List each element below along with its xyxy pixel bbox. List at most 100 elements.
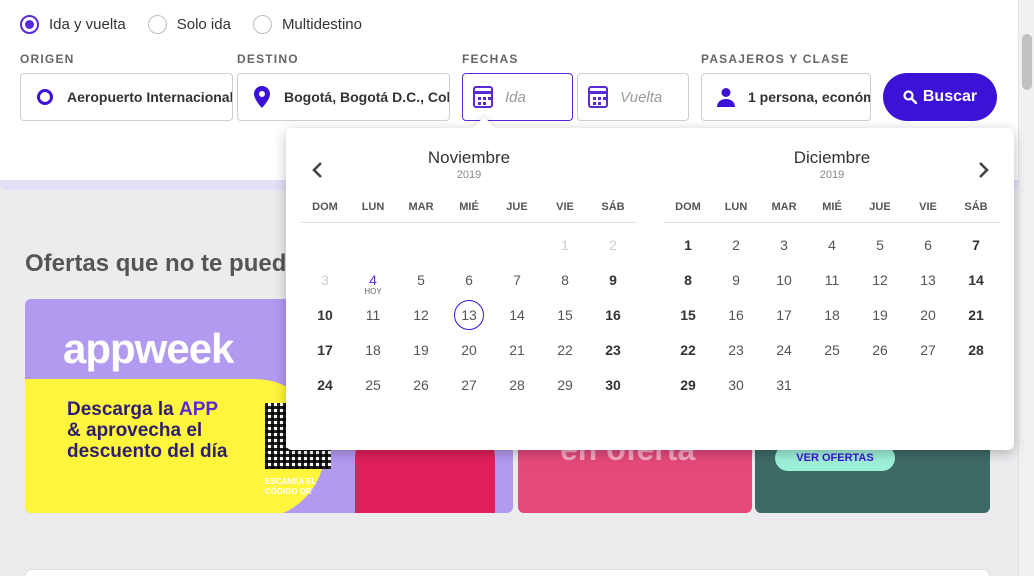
day-cell-18[interactable]: 18 (349, 332, 397, 367)
search-icon (903, 90, 917, 104)
day-cell-22[interactable]: 22 (541, 332, 589, 367)
day-number: 19 (872, 306, 888, 323)
day-number: 22 (557, 341, 573, 358)
origin-field[interactable]: Aeropuerto Internacional (20, 73, 233, 121)
day-number: 17 (317, 341, 333, 358)
day-cell-27[interactable]: 27 (904, 332, 952, 367)
search-button[interactable]: Buscar (883, 73, 997, 121)
day-cell-1[interactable]: 1 (664, 227, 712, 262)
weekday-label: DOM (675, 201, 701, 213)
day-cell-6[interactable]: 6 (445, 262, 493, 297)
day-cell-27[interactable]: 27 (445, 367, 493, 402)
day-cell-16[interactable]: 16 (589, 297, 637, 332)
day-cell-17[interactable]: 17 (301, 332, 349, 367)
day-cell-23[interactable]: 23 (712, 332, 760, 367)
person-icon (716, 87, 736, 107)
trip-type-round-trip[interactable]: Ida y vuelta (20, 15, 126, 34)
day-cell-11[interactable]: 11 (349, 297, 397, 332)
day-cell-12[interactable]: 12 (856, 262, 904, 297)
appweek-promo-text: Descarga la APP & aprovecha el descuento… (67, 399, 227, 462)
day-cell-18[interactable]: 18 (808, 297, 856, 332)
day-cell-20[interactable]: 20 (904, 297, 952, 332)
day-cell-11[interactable]: 11 (808, 262, 856, 297)
day-cell-15[interactable]: 15 (541, 297, 589, 332)
day-cell-17[interactable]: 17 (760, 297, 808, 332)
day-cell-15[interactable]: 15 (664, 297, 712, 332)
day-number: 30 (605, 376, 621, 393)
destination-label: DESTINO (237, 52, 299, 66)
day-cell-31[interactable]: 31 (760, 367, 808, 402)
day-cell-3[interactable]: 3 (760, 227, 808, 262)
trip-type-label: Solo ida (176, 16, 231, 33)
day-cell-25[interactable]: 25 (349, 367, 397, 402)
day-cell-28[interactable]: 28 (493, 367, 541, 402)
day-cell-21[interactable]: 21 (952, 297, 1000, 332)
day-number: 18 (365, 341, 381, 358)
return-date-field[interactable]: Vuelta (577, 73, 689, 121)
day-cell-14[interactable]: 14 (952, 262, 1000, 297)
day-cell-29[interactable]: 29 (664, 367, 712, 402)
bottom-card (25, 569, 990, 576)
weekday-label: LUN (724, 201, 748, 213)
destination-field[interactable]: Bogotá, Bogotá D.C., Colombia (237, 73, 450, 121)
day-blank (397, 227, 445, 262)
day-cell-13[interactable]: 13 (445, 297, 493, 332)
day-cell-16[interactable]: 16 (712, 297, 760, 332)
day-cell-30[interactable]: 30 (712, 367, 760, 402)
day-cell-9[interactable]: 9 (712, 262, 760, 297)
day-cell-2: 2 (589, 227, 637, 262)
day-cell-2[interactable]: 2 (712, 227, 760, 262)
day-cell-19[interactable]: 19 (856, 297, 904, 332)
day-cell-4[interactable]: 4 (808, 227, 856, 262)
day-cell-26[interactable]: 26 (397, 367, 445, 402)
day-number: 21 (509, 341, 525, 358)
day-cell-24[interactable]: 24 (301, 367, 349, 402)
day-cell-6[interactable]: 6 (904, 227, 952, 262)
scrollbar-thumb[interactable] (1022, 34, 1032, 90)
day-cell-24[interactable]: 24 (760, 332, 808, 367)
day-cell-8[interactable]: 8 (541, 262, 589, 297)
day-blank (301, 227, 349, 262)
day-blank (349, 227, 397, 262)
day-cell-5[interactable]: 5 (856, 227, 904, 262)
appweek-logo: appweek (63, 325, 234, 372)
day-number: 1 (561, 236, 569, 253)
day-number: 7 (513, 271, 521, 288)
departure-date-field[interactable]: Ida (462, 73, 573, 121)
day-cell-5[interactable]: 5 (397, 262, 445, 297)
day-cell-10[interactable]: 10 (760, 262, 808, 297)
day-cell-22[interactable]: 22 (664, 332, 712, 367)
day-number: 7 (972, 236, 980, 253)
day-cell-8[interactable]: 8 (664, 262, 712, 297)
day-number: 31 (776, 376, 792, 393)
day-cell-7[interactable]: 7 (493, 262, 541, 297)
day-number: 21 (968, 306, 984, 323)
day-cell-23[interactable]: 23 (589, 332, 637, 367)
day-cell-28[interactable]: 28 (952, 332, 1000, 367)
day-cell-29[interactable]: 29 (541, 367, 589, 402)
day-cell-10[interactable]: 10 (301, 297, 349, 332)
day-cell-19[interactable]: 19 (397, 332, 445, 367)
day-cell-4[interactable]: 4 HOY (349, 262, 397, 297)
trip-type-one-way[interactable]: Solo ida (147, 15, 231, 34)
qr-note-line-1: ESCANEA EL (265, 477, 317, 486)
page-scrollbar[interactable] (1018, 0, 1034, 576)
day-cell-14[interactable]: 14 (493, 297, 541, 332)
day-cell-30[interactable]: 30 (589, 367, 637, 402)
trip-type-multi-city[interactable]: Multidestino (252, 15, 362, 34)
day-number: 15 (557, 306, 573, 323)
day-cell-7[interactable]: 7 (952, 227, 1000, 262)
day-cell-25[interactable]: 25 (808, 332, 856, 367)
day-cell-26[interactable]: 26 (856, 332, 904, 367)
day-cell-21[interactable]: 21 (493, 332, 541, 367)
day-cell-13[interactable]: 13 (904, 262, 952, 297)
day-cell-9[interactable]: 9 (589, 262, 637, 297)
day-cell-20[interactable]: 20 (445, 332, 493, 367)
day-number: 23 (605, 341, 621, 358)
passengers-field[interactable]: 1 persona, económica (701, 73, 871, 121)
day-cell-12[interactable]: 12 (397, 297, 445, 332)
departure-date-placeholder: Ida (505, 88, 526, 106)
weekday-label: JUE (869, 201, 891, 213)
promo-app: APP (178, 399, 219, 420)
month-name: Noviembre (427, 148, 511, 167)
